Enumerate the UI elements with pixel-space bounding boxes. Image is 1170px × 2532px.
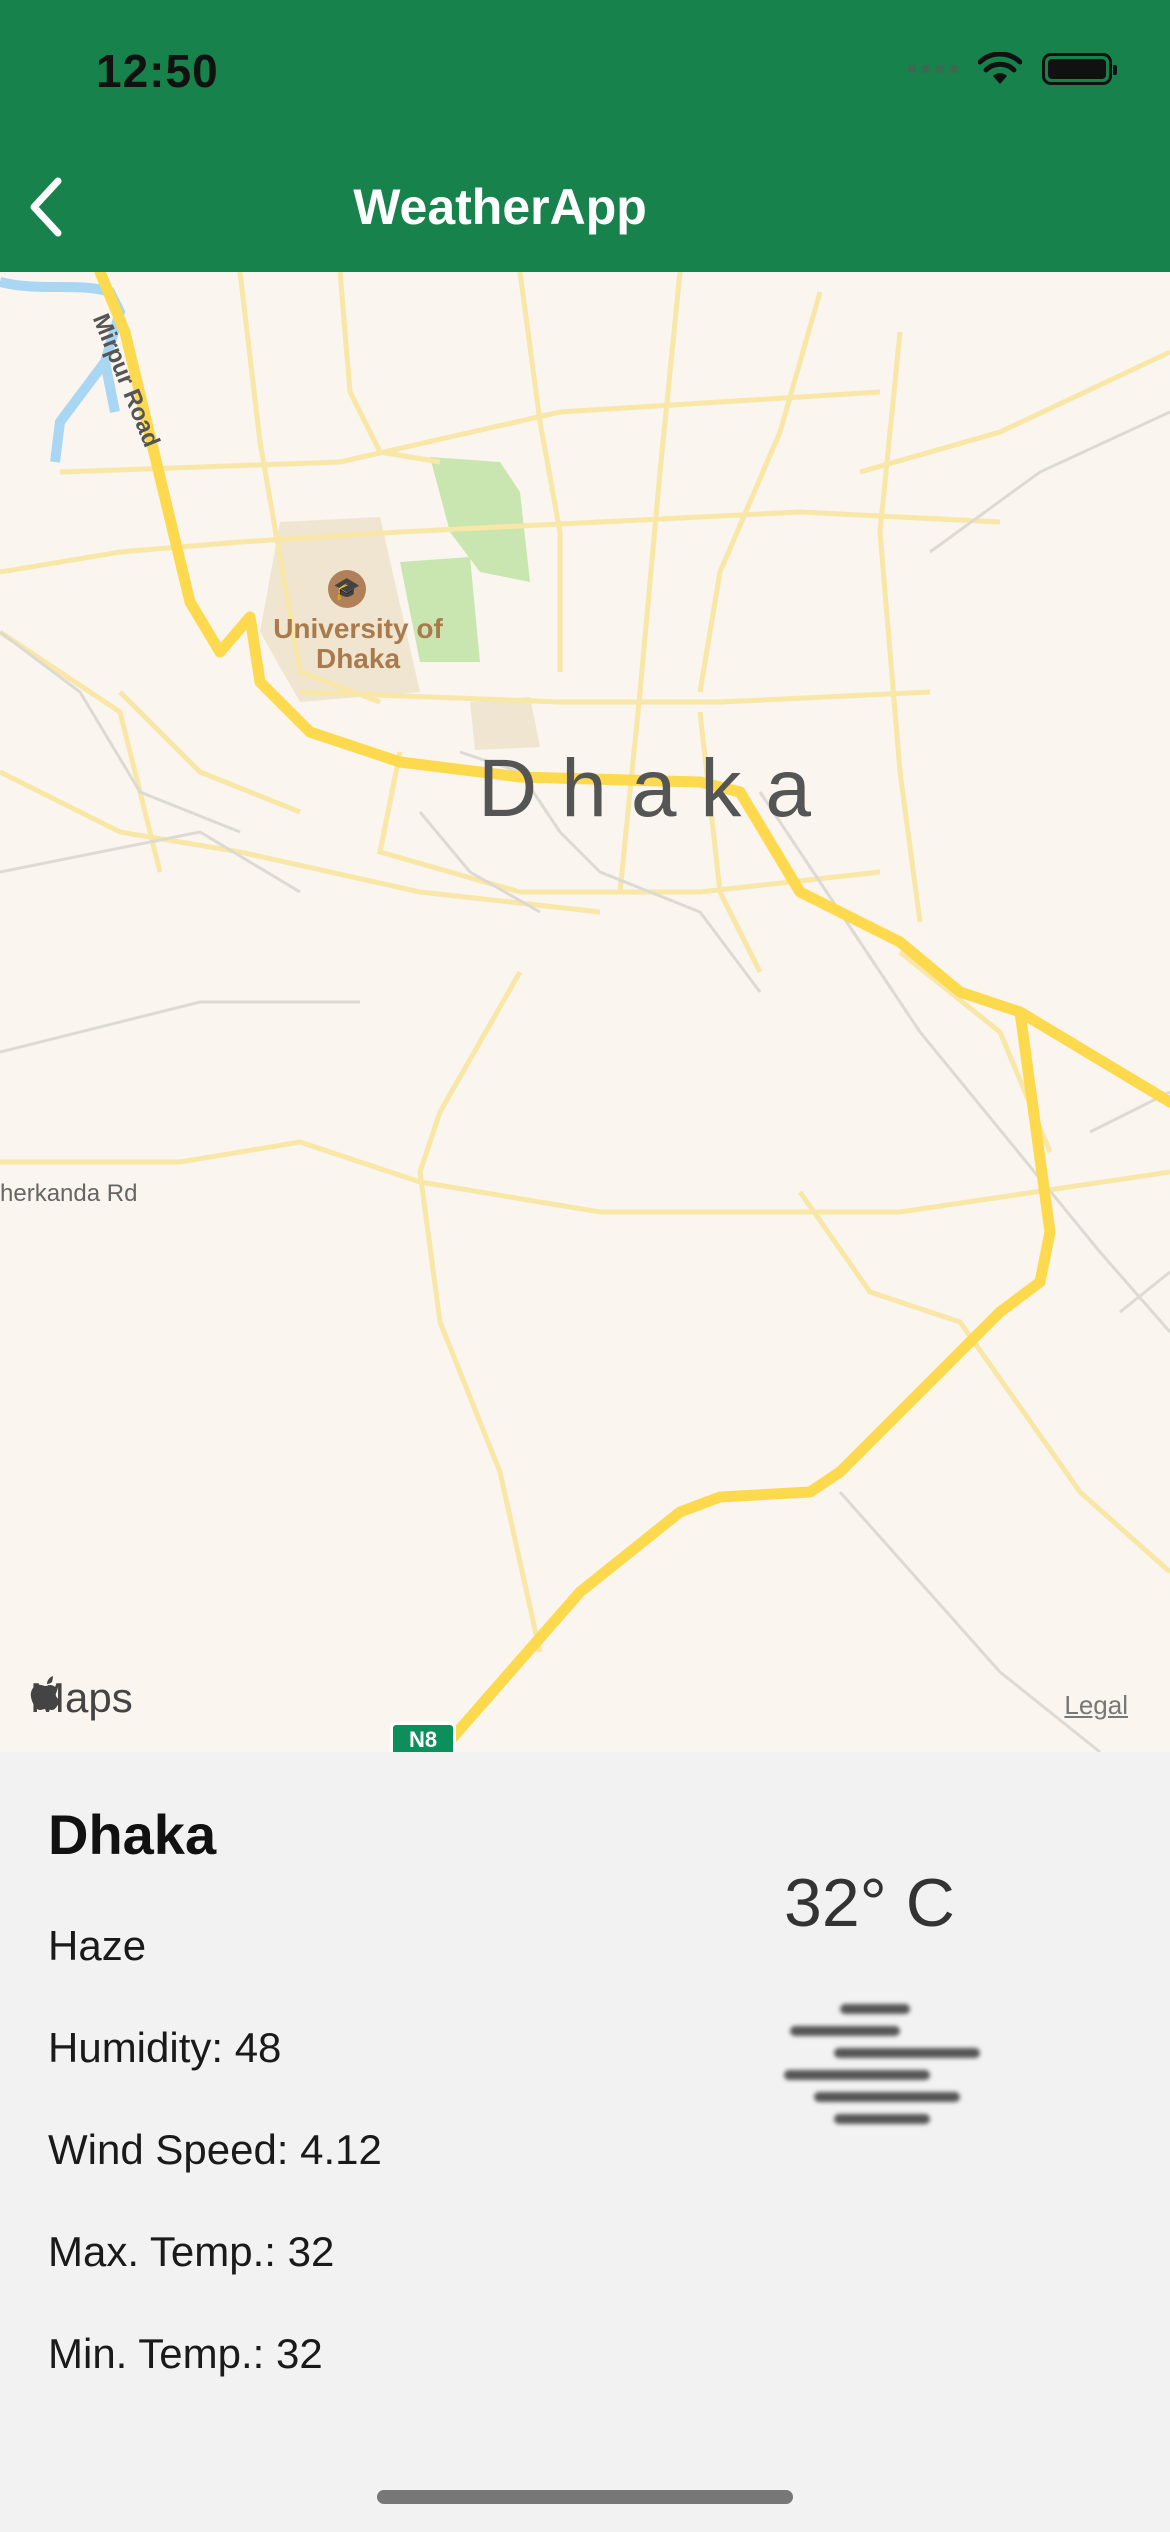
battery-icon [1042,53,1117,85]
maps-logo: Maps [30,1674,133,1722]
home-indicator[interactable] [377,2490,793,2504]
weather-panel: Dhaka Haze Humidity: 48 Wind Speed: 4.12… [0,1752,1170,2532]
nav-header: 12:50 WeatherApp [0,0,1170,272]
haze-icon [780,2004,980,2144]
city-name: Dhaka [48,1803,217,1866]
poi-label-university[interactable]: University of Dhaka [268,614,448,674]
weather-condition: Haze [48,1922,147,1969]
legal-link[interactable]: Legal [1064,1690,1128,1721]
graduation-cap-icon[interactable]: 🎓 [328,570,366,608]
cellular-signal-icon [908,65,958,73]
status-time: 12:50 [96,45,219,97]
min-temp-value: Min. Temp.: 32 [48,2330,323,2377]
max-temp-value: Max. Temp.: 32 [48,2228,335,2275]
map-view[interactable]: Mirpur Road 🎓 University of Dhaka Dhaka … [0,272,1170,1752]
current-temperature: 32° C [784,1865,955,1941]
highway-shield-n8: N8 [390,1722,456,1752]
wind-speed-value: Wind Speed: 4.12 [48,2126,382,2173]
wifi-icon [978,52,1022,84]
apple-logo-icon [30,1676,60,1710]
page-title: WeatherApp [353,179,647,235]
road-label-sherkanda: herkanda Rd [0,1180,138,1207]
humidity-value: Humidity: 48 [48,2024,282,2071]
map-city-label: Dhaka [478,743,836,834]
status-icons [908,52,1117,86]
